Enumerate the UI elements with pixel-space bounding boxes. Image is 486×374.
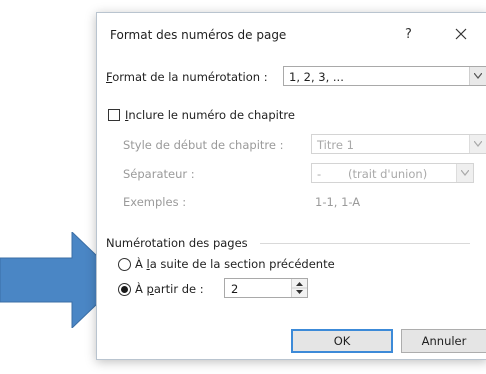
dialog-titlebar: Format des numéros de page ?	[97, 13, 486, 55]
include-chapter-label: Inclure le numéro de chapitre	[125, 108, 295, 122]
group-divider	[260, 243, 470, 244]
examples-label: Exemples :	[123, 195, 187, 209]
continue-from-previous-label: À la suite de la section précédente	[135, 257, 335, 271]
spin-down-icon	[296, 290, 303, 294]
separator-value: -	[317, 167, 322, 181]
help-button[interactable]: ?	[405, 27, 412, 42]
spin-up-icon	[296, 282, 303, 286]
dropdown-arrow-icon[interactable]	[469, 135, 486, 153]
separator-value-note: (trait d'union)	[348, 167, 428, 181]
ok-button[interactable]: OK	[291, 329, 393, 353]
radio-selected-dot	[121, 286, 128, 293]
separator-select[interactable]: - (trait d'union)	[311, 163, 474, 183]
dialog-title: Format des numéros de page	[110, 28, 287, 42]
close-icon[interactable]	[449, 22, 473, 46]
format-page-numbers-dialog: Format des numéros de page ? Format de l…	[96, 12, 486, 360]
number-format-value: 1, 2, 3, ...	[289, 70, 344, 84]
start-at-spinner[interactable]: 2	[224, 278, 308, 298]
page-numbering-heading: Numérotation des pages	[106, 236, 248, 250]
spinner-buttons[interactable]	[291, 279, 307, 297]
start-at-radio[interactable]	[118, 283, 131, 296]
separator-label: Séparateur :	[123, 167, 195, 181]
chapter-style-value: Titre 1	[317, 138, 354, 152]
start-at-value: 2	[231, 282, 239, 296]
examples-value: 1-1, 1-A	[315, 195, 361, 209]
dropdown-arrow-icon[interactable]	[456, 164, 473, 182]
number-format-select[interactable]: 1, 2, 3, ...	[283, 66, 486, 86]
number-format-label: Format de la numérotation :	[106, 70, 268, 84]
dropdown-arrow-icon[interactable]	[469, 67, 486, 85]
chapter-style-select[interactable]: Titre 1	[311, 134, 486, 154]
chapter-style-label: Style de début de chapitre :	[123, 138, 284, 152]
cancel-button[interactable]: Annuler	[401, 329, 486, 353]
include-chapter-checkbox[interactable]	[108, 109, 120, 121]
continue-from-previous-radio[interactable]	[118, 258, 131, 271]
start-at-label: À partir de :	[135, 282, 204, 296]
